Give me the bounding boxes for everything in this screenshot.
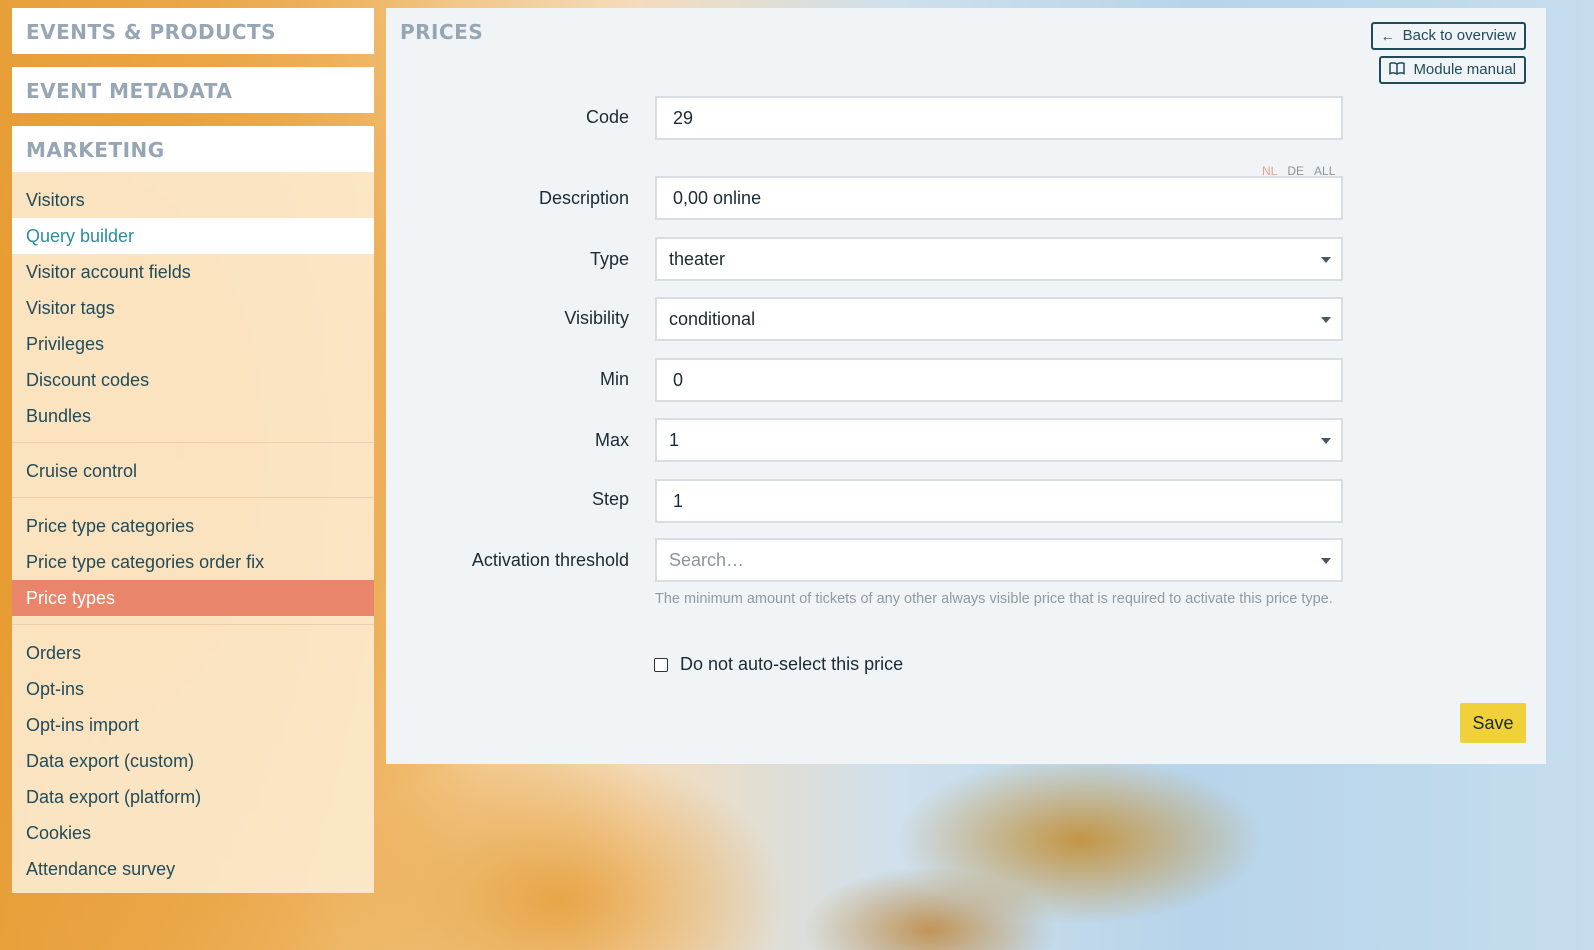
caret-down-icon — [1321, 558, 1331, 564]
description-input[interactable]: 0,00 online — [655, 176, 1343, 220]
book-icon — [1389, 58, 1406, 82]
sidebar-item-orders[interactable]: Orders — [12, 635, 374, 671]
sidebar-item-query-builder[interactable]: Query builder — [12, 218, 374, 254]
type-value: theater — [669, 248, 726, 269]
code-label: Code — [585, 107, 629, 127]
activation-threshold-placeholder: Search… — [669, 549, 745, 570]
save-button[interactable]: Save — [1460, 703, 1526, 743]
step-value: 1 — [673, 490, 684, 511]
description-label: Description — [538, 188, 629, 208]
sidebar-item-opt-ins-import[interactable]: Opt-ins import — [12, 707, 374, 743]
visibility-value: conditional — [669, 308, 756, 329]
max-value: 1 — [669, 429, 680, 450]
min-label: Min — [599, 369, 629, 389]
caret-down-icon — [1321, 317, 1331, 323]
sidebar-item-privileges[interactable]: Privileges — [12, 326, 374, 362]
sidebar-item-price-type-categories-order-fix[interactable]: Price type categories order fix — [12, 544, 374, 580]
no-autoselect-row: Do not auto-select this price — [654, 654, 903, 675]
no-autoselect-label[interactable]: Do not auto-select this price — [680, 654, 903, 675]
sidebar-item-data-export-platform[interactable]: Data export (platform) — [12, 779, 374, 815]
sidebar-item-cookies[interactable]: Cookies — [12, 815, 374, 851]
sidebar-item-attendance-survey[interactable]: Attendance survey — [12, 851, 374, 887]
no-autoselect-checkbox[interactable] — [654, 657, 668, 672]
page-title: PRICES — [400, 20, 484, 44]
sidebar-item-cruise-control[interactable]: Cruise control — [12, 453, 374, 489]
section-events-products[interactable]: EVENTS & PRODUCTS — [12, 8, 374, 54]
prices-panel: PRICES ← Back to overview Module manual … — [386, 8, 1546, 764]
sidebar-item-data-export-custom[interactable]: Data export (custom) — [12, 743, 374, 779]
code-value: 29 — [673, 107, 694, 128]
sidebar-item-visitors[interactable]: Visitors — [12, 182, 374, 218]
sidebar-item-visitor-account-fields[interactable]: Visitor account fields — [12, 254, 374, 290]
code-input[interactable]: 29 — [655, 96, 1343, 140]
back-to-overview-button[interactable]: ← Back to overview — [1370, 22, 1526, 50]
description-value: 0,00 online — [673, 187, 762, 208]
activation-threshold-help: The minimum amount of tickets of any oth… — [655, 591, 1333, 607]
sidebar-item-price-type-categories[interactable]: Price type categories — [12, 508, 374, 544]
visibility-select[interactable]: conditional — [655, 297, 1343, 341]
caret-down-icon — [1321, 257, 1331, 263]
sidebar-item-opt-ins[interactable]: Opt-ins — [12, 671, 374, 707]
marketing-menu: Visitors Query builder Visitor account f… — [12, 172, 374, 893]
step-input[interactable]: 1 — [655, 479, 1343, 523]
activation-threshold-select[interactable]: Search… — [655, 538, 1343, 582]
sidebar-divider — [12, 624, 374, 625]
sidebar-divider — [12, 497, 374, 498]
type-label: Type — [589, 249, 629, 269]
sidebar-item-discount-codes[interactable]: Discount codes — [12, 362, 374, 398]
sidebar-item-price-types[interactable]: Price types — [12, 580, 374, 616]
module-manual-button[interactable]: Module manual — [1379, 56, 1526, 84]
section-event-metadata[interactable]: EVENT METADATA — [12, 67, 374, 113]
sidebar-item-visitor-tags[interactable]: Visitor tags — [12, 290, 374, 326]
sidebar-item-bundles[interactable]: Bundles — [12, 398, 374, 434]
section-marketing[interactable]: MARKETING — [12, 126, 374, 172]
max-select[interactable]: 1 — [655, 418, 1343, 462]
back-to-overview-label: Back to overview — [1402, 27, 1516, 44]
visibility-label: Visibility — [564, 308, 629, 328]
max-label: Max — [594, 430, 629, 450]
module-manual-label: Module manual — [1413, 61, 1516, 78]
sidebar: EVENTS & PRODUCTS EVENT METADATA MARKETI… — [12, 8, 374, 893]
min-value: 0 — [673, 369, 684, 390]
sidebar-divider — [12, 442, 374, 443]
activation-threshold-label: Activation threshold — [471, 550, 629, 570]
type-select[interactable]: theater — [655, 237, 1343, 281]
arrow-left-icon: ← — [1380, 28, 1395, 44]
min-input[interactable]: 0 — [655, 358, 1343, 402]
step-label: Step — [591, 489, 629, 509]
caret-down-icon — [1321, 438, 1331, 444]
